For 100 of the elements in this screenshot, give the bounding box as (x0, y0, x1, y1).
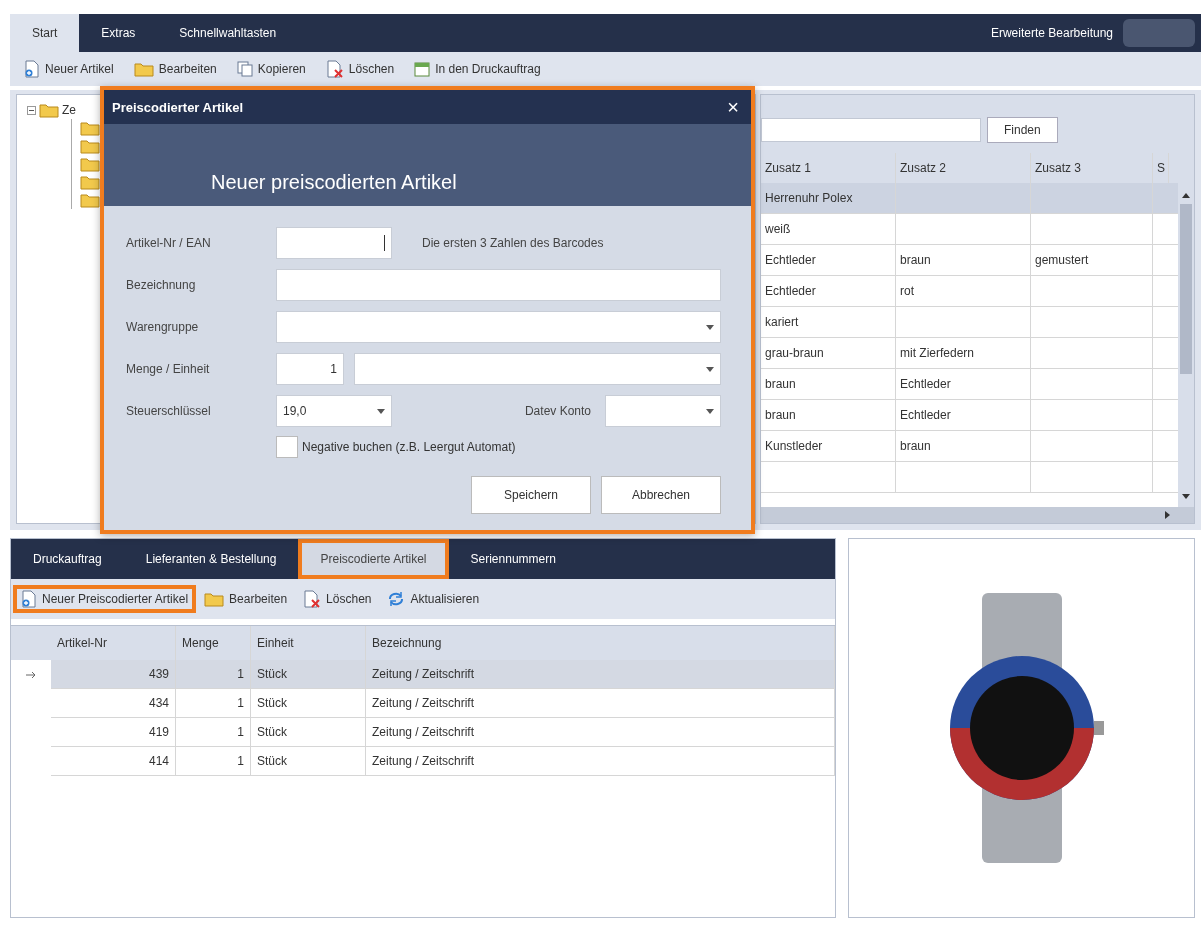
ribbon-tab[interactable]: Start (10, 14, 80, 52)
delete-document-icon (325, 60, 344, 78)
table-cell: Zeitung / Zeitschrift (366, 660, 835, 689)
dropdown-arrow-icon (706, 366, 714, 372)
toggle-field[interactable] (1123, 19, 1195, 47)
calendar-icon (414, 61, 431, 77)
input-field[interactable] (276, 269, 721, 301)
table-row[interactable]: 434 1 Stück Zeitung / Zeitschrift (11, 689, 835, 718)
new-document-icon (21, 590, 37, 608)
table-cell: mit Zierfedern (896, 338, 1031, 368)
table-row[interactable]: 439 1 Stück Zeitung / Zeitschrift (11, 660, 835, 689)
close-button[interactable]: × (715, 95, 751, 119)
toolbar-button[interactable]: Löschen (319, 57, 401, 81)
folder-icon (39, 102, 59, 118)
grid-row[interactable]: Herrenuhr Polex (761, 183, 1178, 214)
folder-icon (80, 156, 100, 172)
ribbon-tab[interactable]: Schnellwahltasten (157, 14, 299, 52)
search-field[interactable] (761, 118, 981, 142)
table-cell: Kunstleder (761, 431, 896, 461)
field-label: Steuerschlüssel (126, 404, 212, 418)
dropdown-arrow-icon (706, 408, 714, 414)
table-row[interactable]: 414 1 Stück Zeitung / Zeitschrift (11, 747, 835, 776)
find-button[interactable]: Finden (987, 117, 1058, 143)
refresh-icon (387, 591, 406, 607)
collapse-icon[interactable] (27, 105, 36, 115)
table-cell: 1 (176, 689, 251, 718)
delete-document-icon (303, 590, 322, 608)
table-cell: weiß (761, 214, 896, 244)
detail-tab[interactable]: Preiscodierte Artikel (298, 539, 449, 579)
toolbar-button[interactable]: In den Druckauftrag (408, 58, 547, 80)
grid-row[interactable]: Kunstleder braun (761, 431, 1178, 462)
toolbar-button[interactable]: Neuer Artikel (18, 57, 120, 81)
table-row[interactable]: 419 1 Stück Zeitung / Zeitschrift (11, 718, 835, 747)
grid-row[interactable]: braun Echtleder (761, 400, 1178, 431)
grid-row[interactable]: braun Echtleder (761, 369, 1178, 400)
scroll-up-icon[interactable] (1182, 193, 1190, 198)
grid-row[interactable]: Echtleder braun gemustert (761, 245, 1178, 276)
table-cell: Echtleder (761, 245, 896, 275)
dropdown-field[interactable] (605, 395, 721, 427)
table-cell: Zeitung / Zeitschrift (366, 747, 835, 776)
checkbox-label: Negative buchen (z.B. Leergut Automat) (302, 440, 516, 454)
folder-icon (133, 61, 154, 77)
toolbar-button[interactable]: Neuer Preiscodierter Artikel (15, 587, 195, 611)
dropdown-field[interactable] (276, 311, 721, 343)
grid-row[interactable]: weiß (761, 214, 1178, 245)
row-pointer-icon (26, 670, 36, 679)
dropdown-arrow-icon (706, 324, 714, 330)
dropdown-field[interactable]: 19,0 (276, 395, 392, 427)
field-hint: Die ersten 3 Zahlen des Barcodes (422, 236, 604, 250)
table-cell: Zeitung / Zeitschrift (366, 689, 835, 718)
dialog-title: Preiscodierter Artikel (112, 99, 244, 115)
detail-tab[interactable]: Seriennummern (448, 539, 578, 579)
table-cell: Stück (251, 689, 366, 718)
table-cell: Herrenuhr Polex (761, 183, 896, 213)
table-cell: Echtleder (896, 400, 1031, 430)
dropdown-arrow-icon (377, 408, 385, 414)
advanced-edit-label: Erweiterte Bearbeitung (990, 26, 1113, 40)
toolbar-button[interactable]: Bearbeiten (127, 58, 223, 80)
new-document-icon (24, 60, 40, 78)
field-label: Menge / Einheit (126, 362, 211, 376)
field-label: Datev Konto (524, 404, 591, 418)
table-cell: 1 (176, 718, 251, 747)
input-field[interactable] (276, 227, 392, 259)
folder-icon (80, 192, 100, 208)
quantity-field[interactable]: 1 (276, 353, 344, 385)
table-cell: Stück (251, 660, 366, 689)
table-cell: kariert (761, 307, 896, 337)
table-cell: 1 (176, 660, 251, 689)
folder-icon (80, 138, 100, 154)
detail-tab[interactable]: Druckauftrag (11, 539, 124, 579)
horizontal-scrollbar[interactable] (761, 507, 1194, 523)
detail-tab[interactable]: Lieferanten & Bestellung (123, 539, 299, 579)
toolbar-button[interactable]: Bearbeiten (198, 588, 294, 610)
toolbar-button[interactable]: Löschen (297, 587, 378, 611)
tree-item[interactable]: Ze (62, 103, 76, 117)
table-cell: rot (896, 276, 1031, 306)
table-cell: 419 (51, 718, 176, 747)
table-cell: 414 (51, 747, 176, 776)
dropdown-field[interactable] (354, 353, 721, 385)
dialog-button[interactable]: Abbrechen (601, 476, 721, 514)
table-cell: braun (761, 369, 896, 399)
table-cell: Zeitung / Zeitschrift (366, 718, 835, 747)
grid-row[interactable]: kariert (761, 307, 1178, 338)
toolbar-button[interactable]: Aktualisieren (381, 588, 486, 610)
dialog-button[interactable]: Speichern (471, 476, 591, 514)
table-cell: grau-braun (761, 338, 896, 368)
scroll-down-icon[interactable] (1182, 494, 1190, 499)
table-cell: gemustert (1031, 245, 1153, 275)
table-cell: braun (761, 400, 896, 430)
table-cell: Echtleder (896, 369, 1031, 399)
field-label: Bezeichnung (126, 278, 197, 292)
checkbox[interactable] (276, 436, 298, 458)
table-cell: braun (896, 245, 1031, 275)
toolbar-button[interactable]: Kopieren (230, 58, 312, 80)
ribbon-tab[interactable]: Extras (79, 14, 158, 52)
grid-row[interactable]: Echtleder rot (761, 276, 1178, 307)
folder-icon (80, 120, 100, 136)
folder-icon (80, 174, 100, 190)
scroll-right-icon[interactable] (1165, 511, 1170, 519)
grid-row[interactable]: grau-braun mit Zierfedern (761, 338, 1178, 369)
